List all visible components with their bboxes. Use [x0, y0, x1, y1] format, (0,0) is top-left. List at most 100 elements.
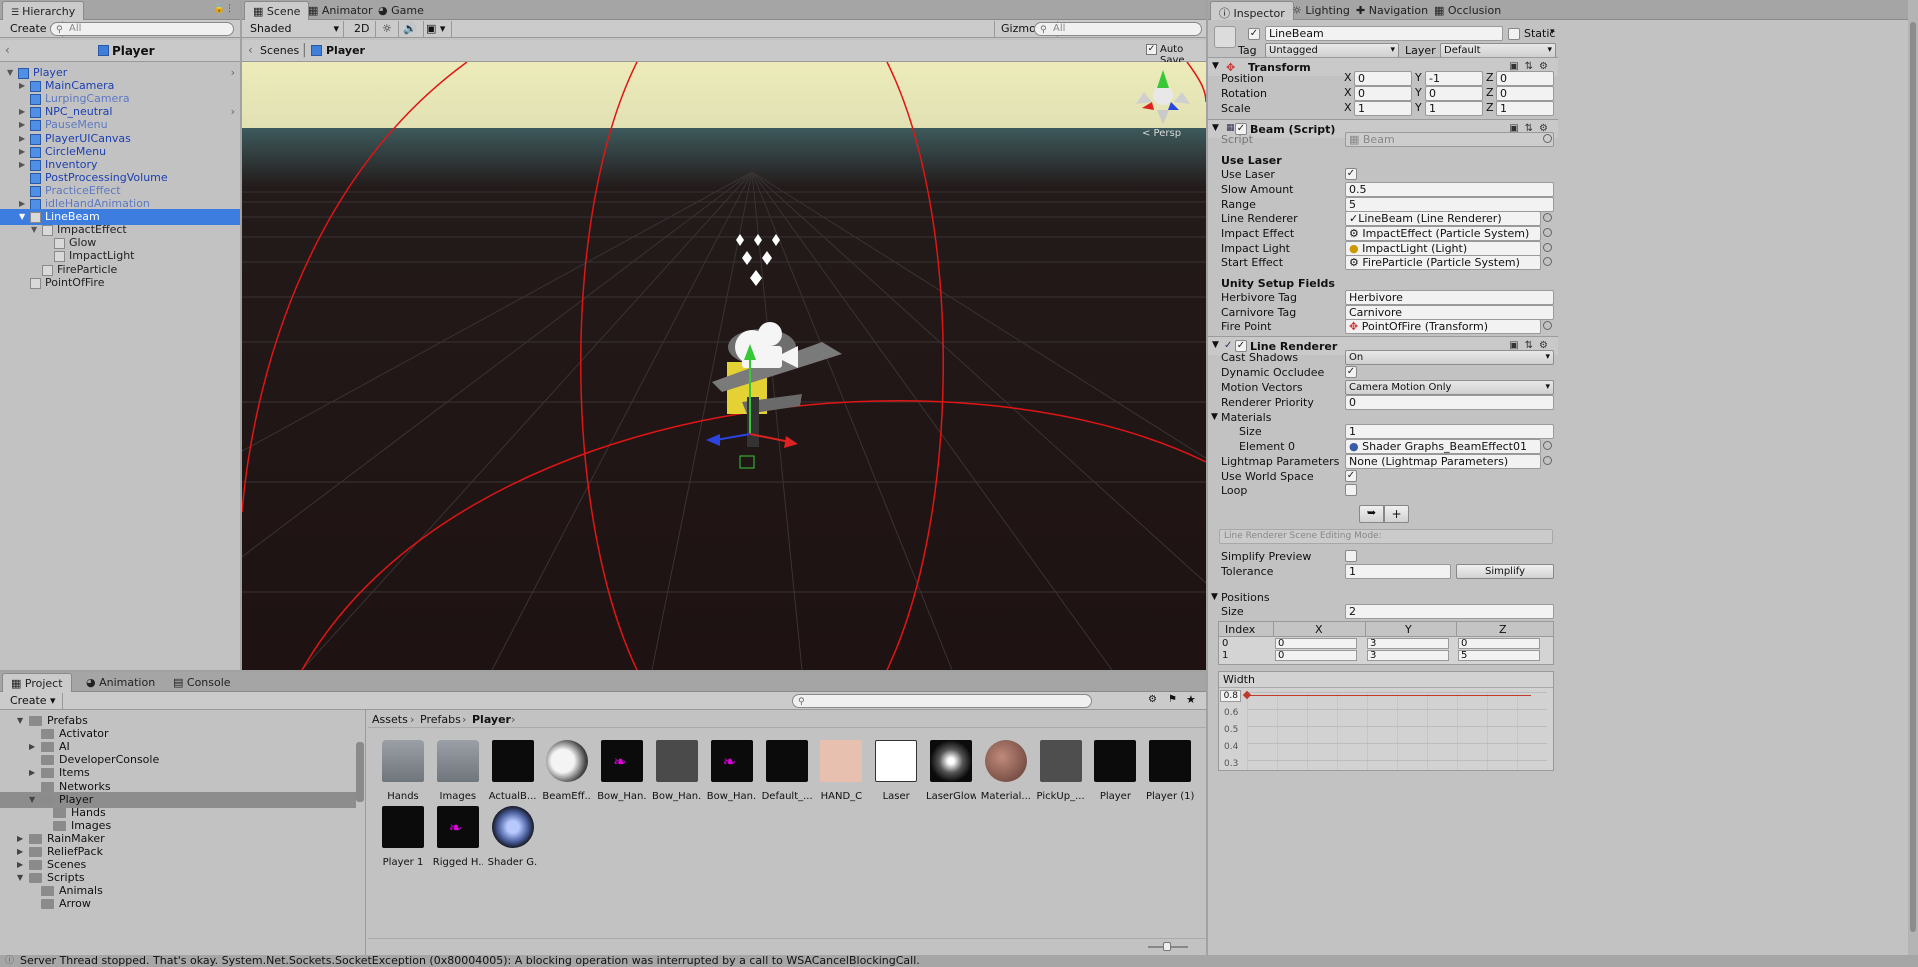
transform-x-field[interactable]: 1 — [1354, 101, 1412, 116]
transform-y-field[interactable]: -1 — [1425, 71, 1483, 86]
tab-occlusion[interactable]: ▦ Occlusion — [1426, 1, 1509, 20]
asset-item[interactable]: Material... — [981, 740, 1031, 802]
position-z-field[interactable]: 5 — [1458, 650, 1540, 661]
hierarchy-item[interactable]: PointOfFire — [0, 275, 240, 291]
asset-item[interactable]: Default_... — [762, 740, 812, 802]
motion-vectors-dropdown[interactable]: Camera Motion Only — [1345, 380, 1554, 395]
impact-effect-field[interactable]: ⚙ ImpactEffect (Particle System) — [1345, 226, 1541, 241]
zoom-slider-thumb[interactable] — [1163, 942, 1171, 951]
position-y-field[interactable]: 3 — [1367, 638, 1449, 649]
line-renderer-field[interactable]: ✓LineBeam (Line Renderer) — [1345, 211, 1541, 226]
transform-y-field[interactable]: 0 — [1425, 86, 1483, 101]
cast-shadows-dropdown[interactable]: On — [1345, 350, 1554, 365]
asset-item[interactable]: Shader G... — [488, 806, 538, 868]
scene-viewport[interactable]: < Persp — [242, 62, 1206, 670]
object-picker-icon[interactable] — [1543, 321, 1552, 330]
asset-item[interactable]: Images — [433, 740, 483, 802]
asset-item[interactable]: ❧ Bow_Han... — [597, 740, 647, 802]
asset-item[interactable]: Laser — [871, 740, 921, 802]
column-header[interactable]: X — [1315, 623, 1323, 636]
static-checkbox[interactable] — [1508, 28, 1520, 40]
inspector-scrollbar[interactable] — [1908, 0, 1918, 955]
back-arrow-icon[interactable]: ‹ — [5, 43, 10, 57]
use-laser-checkbox[interactable] — [1345, 168, 1357, 180]
object-picker-icon[interactable] — [1543, 441, 1552, 450]
transform-z-field[interactable]: 0 — [1496, 71, 1554, 86]
tag-dropdown[interactable]: Untagged — [1265, 43, 1399, 58]
lighting-toggle-icon[interactable]: ☼ — [376, 21, 399, 37]
back-arrow-icon[interactable]: ‹ — [248, 43, 253, 57]
simplify-preview-checkbox[interactable] — [1345, 550, 1357, 562]
asset-item[interactable]: Player 1 — [378, 806, 428, 868]
column-header[interactable]: Index — [1225, 623, 1255, 636]
auto-save-checkbox[interactable]: ✓ — [1146, 44, 1157, 55]
tab-animator[interactable]: ▦ Animator — [300, 1, 380, 20]
object-picker-icon[interactable] — [1543, 243, 1552, 252]
start-effect-field[interactable]: ⚙ FireParticle (Particle System) — [1345, 255, 1541, 270]
scene-search-input[interactable]: ⚲ All — [1034, 22, 1202, 36]
fire-point-field[interactable]: ✥ PointOfFire (Transform) — [1345, 319, 1541, 334]
asset-item[interactable]: Hands — [378, 740, 428, 802]
world-space-checkbox[interactable] — [1345, 470, 1357, 482]
simplify-button[interactable]: Simplify — [1456, 564, 1554, 579]
column-header[interactable]: Z — [1499, 623, 1507, 636]
tree-scrollbar-thumb[interactable] — [356, 742, 364, 802]
object-picker-icon[interactable] — [1543, 213, 1552, 222]
lightmap-field[interactable]: None (Lightmap Parameters) — [1345, 454, 1541, 469]
filter-label-icon[interactable]: ⚑ — [1168, 694, 1177, 705]
favorites-star-icon[interactable]: ★ — [1186, 693, 1196, 706]
position-x-field[interactable]: 0 — [1275, 650, 1357, 661]
tab-navigation[interactable]: ✚ Navigation — [1348, 1, 1436, 20]
edit-points-icon[interactable]: ➥ — [1359, 505, 1384, 523]
transform-x-field[interactable]: 0 — [1354, 71, 1412, 86]
tab-hierarchy[interactable]: ☰ Hierarchy — [2, 1, 85, 20]
dynamic-occludee-checkbox[interactable] — [1345, 366, 1357, 378]
effects-toggle-icon[interactable]: ▣ ▾ — [420, 21, 453, 37]
loop-checkbox[interactable] — [1345, 484, 1357, 496]
position-y-field[interactable]: 3 — [1367, 650, 1449, 661]
asset-item[interactable]: ActualB... — [488, 740, 538, 802]
position-x-field[interactable]: 0 — [1275, 638, 1357, 649]
breadcrumb-scenes[interactable]: Scenes — [260, 44, 299, 57]
object-picker-icon[interactable] — [1543, 134, 1552, 143]
scrollbar-thumb[interactable] — [1910, 22, 1916, 932]
herbivore-tag-field[interactable]: Herbivore — [1345, 290, 1554, 305]
add-point-icon[interactable]: + — [1384, 505, 1409, 523]
2d-toggle[interactable]: 2D — [348, 21, 377, 37]
breadcrumb-assets[interactable]: Assets — [372, 713, 408, 726]
slow-amount-field[interactable]: 0.5 — [1345, 182, 1554, 197]
object-picker-icon[interactable] — [1543, 456, 1552, 465]
asset-item[interactable]: Bow_Han... — [652, 740, 702, 802]
width-value-field[interactable]: 0.8 — [1220, 690, 1241, 702]
filter-type-icon[interactable]: ⚙ — [1148, 694, 1157, 705]
status-bar[interactable]: ⓘ Server Thread stopped. That's okay. Sy… — [0, 955, 1918, 967]
tab-console[interactable]: ▤ Console — [165, 673, 239, 692]
folder-item[interactable]: Arrow — [0, 896, 356, 912]
tolerance-field[interactable]: 1 — [1345, 564, 1451, 579]
breadcrumb-player[interactable]: Player — [326, 44, 365, 57]
layer-dropdown[interactable]: Default — [1440, 43, 1556, 58]
asset-item[interactable]: PickUp_... — [1036, 740, 1086, 802]
create-button[interactable]: Create ▾ — [4, 693, 63, 709]
project-search-input[interactable]: ⚲ — [792, 694, 1092, 708]
object-picker-icon[interactable] — [1543, 228, 1552, 237]
transform-z-field[interactable]: 0 — [1496, 86, 1554, 101]
tab-inspector[interactable]: ⓘ Inspector — [1210, 1, 1294, 20]
asset-item[interactable]: ❧ Rigged H... — [433, 806, 483, 868]
breadcrumb-player[interactable]: Player — [472, 713, 511, 726]
transform-y-field[interactable]: 1 — [1425, 101, 1483, 116]
object-picker-icon[interactable] — [1543, 257, 1552, 266]
renderer-priority-field[interactable]: 0 — [1345, 395, 1554, 410]
active-checkbox[interactable] — [1248, 28, 1260, 40]
transform-z-field[interactable]: 1 — [1496, 101, 1554, 116]
foldout-icon[interactable]: ▼ — [1211, 412, 1218, 422]
element0-field[interactable]: ● Shader Graphs_BeamEffect01 — [1345, 439, 1541, 454]
asset-item[interactable]: Player (1) — [1145, 740, 1195, 802]
positions-size-field[interactable]: 2 — [1345, 604, 1554, 619]
asset-item[interactable]: ❧ Bow_Han... — [707, 740, 757, 802]
transform-x-field[interactable]: 0 — [1354, 86, 1412, 101]
width-curve-editor[interactable]: Width 0.8 0.6 0.5 0.4 0.3 — [1218, 671, 1554, 771]
asset-item[interactable]: BeamEff... — [542, 740, 592, 802]
perspective-label[interactable]: < Persp — [1142, 128, 1181, 139]
hierarchy-search-input[interactable]: ⚲ All — [50, 22, 234, 36]
